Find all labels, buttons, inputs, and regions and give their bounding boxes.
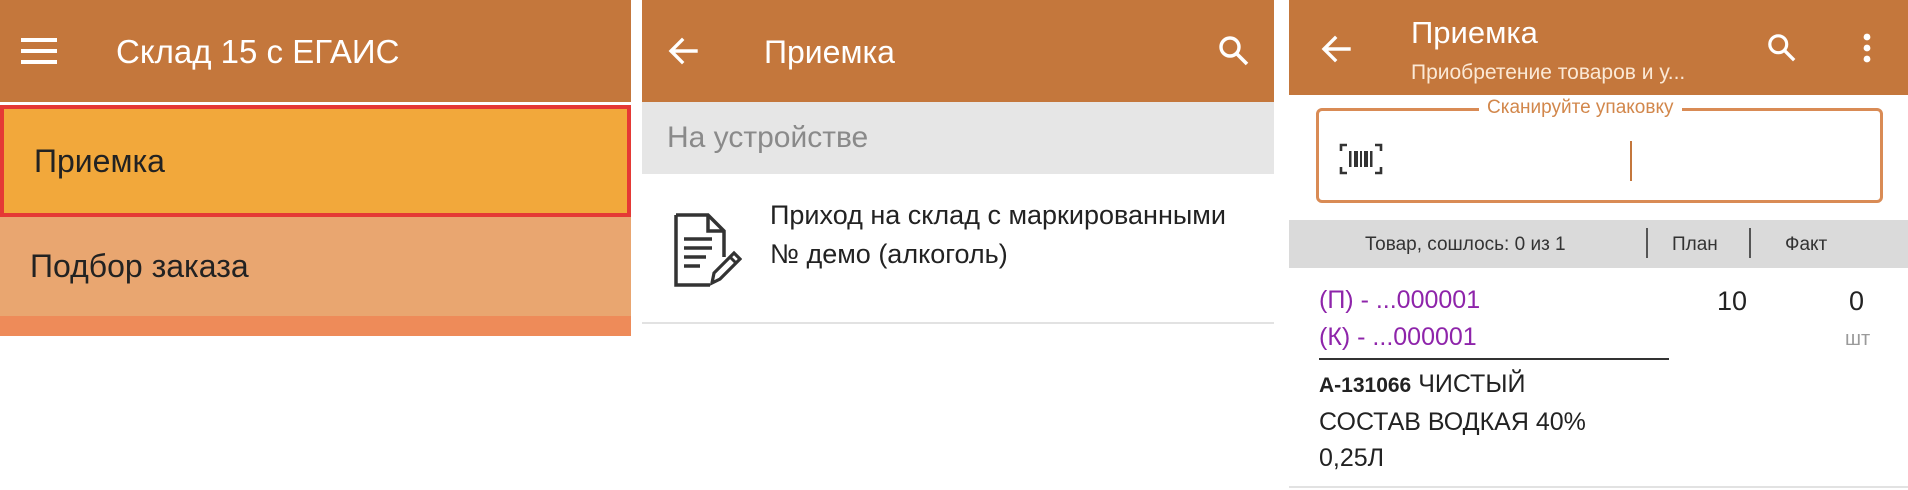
row-divider xyxy=(1319,358,1669,360)
receiving-documents-screen: Приемка На устройстве Приход на склад с … xyxy=(642,0,1274,324)
column-divider xyxy=(1646,228,1648,258)
app-bar: Склад 15 с ЕГАИС xyxy=(0,0,631,102)
app-bar: Приемка xyxy=(642,0,1274,102)
fact-quantity: 0 xyxy=(1849,286,1865,316)
column-divider xyxy=(1749,228,1751,258)
screen-title: Приемка xyxy=(764,34,895,70)
column-plan-header: План xyxy=(1672,234,1718,255)
warehouse-menu-screen: Склад 15 с ЕГАИС Приемка Подбор заказа xyxy=(0,0,631,336)
plan-quantity: 10 xyxy=(1717,286,1748,316)
table-header: Товар, сошлось: 0 из 1 План Факт xyxy=(1289,220,1908,268)
menu-item-label: Приемка xyxy=(34,142,165,179)
goods-row[interactable]: (П) - ...000001 (К) - ...000001 А-131066… xyxy=(1289,268,1908,488)
app-title: Склад 15 с ЕГАИС xyxy=(116,33,400,70)
scan-field-label: Сканируйте упаковку xyxy=(1479,97,1682,119)
screen-title: Приемка xyxy=(1411,15,1538,50)
back-arrow-icon[interactable] xyxy=(666,34,700,68)
section-header: На устройстве xyxy=(642,102,1274,174)
product-code: А-131066 xyxy=(1319,374,1412,397)
barcode-icon xyxy=(1339,141,1383,177)
hamburger-menu-icon[interactable] xyxy=(20,36,58,66)
text-cursor xyxy=(1630,141,1632,181)
menu-item-partial[interactable] xyxy=(0,316,631,336)
document-edit-icon xyxy=(666,210,746,290)
mark-code-k[interactable]: (К) - ...000001 xyxy=(1319,323,1477,352)
menu-item-label: Подбор заказа xyxy=(30,248,249,284)
app-bar: Приемка Приобретение товаров и у... xyxy=(1289,0,1908,95)
column-fact-header: Факт xyxy=(1785,234,1828,255)
menu-item-receiving[interactable]: Приемка xyxy=(0,105,631,217)
column-goods-header: Товар, сошлось: 0 из 1 xyxy=(1365,234,1566,255)
document-title: Приход на склад с маркированными № демо … xyxy=(770,200,1226,269)
screen-subtitle: Приобретение товаров и у... xyxy=(1411,61,1686,84)
menu-item-order-picking[interactable]: Подбор заказа xyxy=(0,217,631,316)
mark-code-p[interactable]: (П) - ...000001 xyxy=(1319,286,1480,315)
scan-field[interactable]: Сканируйте упаковку xyxy=(1316,97,1883,203)
search-icon[interactable] xyxy=(1765,31,1799,65)
unit-label: шт xyxy=(1845,328,1871,350)
product-name: А-131066 ЧИСТЫЙ СОСТАВ ВОДКАЯ 40% 0,25Л xyxy=(1319,366,1619,476)
back-arrow-icon[interactable] xyxy=(1319,32,1353,66)
more-vert-icon[interactable] xyxy=(1855,30,1879,66)
receiving-scan-screen: Приемка Приобретение товаров и у... Скан… xyxy=(1289,0,1908,488)
document-list-item[interactable]: Приход на склад с маркированными № демо … xyxy=(642,174,1274,324)
search-icon[interactable] xyxy=(1216,33,1252,69)
